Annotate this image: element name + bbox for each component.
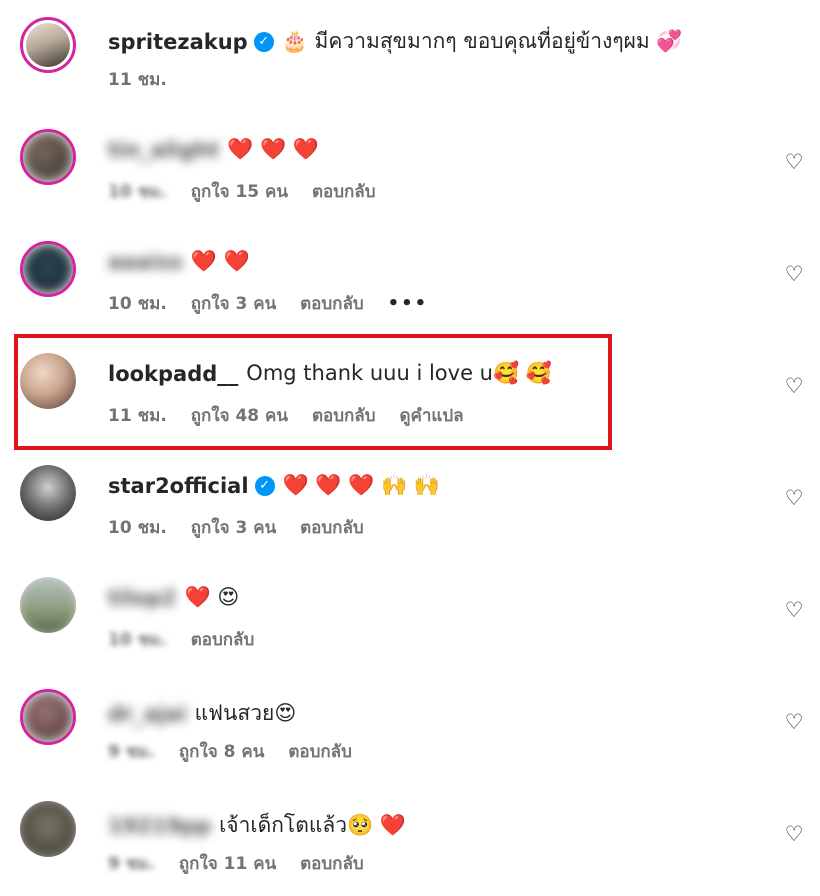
comment-text: แฟนสวย😍 [194, 701, 297, 725]
heart-outline-icon[interactable]: ♡ [782, 598, 806, 622]
avatar[interactable] [20, 465, 76, 521]
comment-row: tin_alight ❤️ ❤️ ❤️ 10 ชม. ถูกใจ 15 คน ต… [0, 112, 820, 224]
reply-button[interactable]: ตอบกลับ [288, 742, 352, 762]
highlight-box [14, 334, 612, 450]
reply-button[interactable]: ตอบกลับ [300, 294, 364, 314]
avatar[interactable] [20, 17, 76, 73]
verified-badge-icon: ✓ [253, 31, 274, 52]
like-count[interactable]: ถูกใจ 3 คน [191, 294, 277, 314]
comment-time: 10 ชม. [108, 294, 167, 314]
heart-outline-icon[interactable]: ♡ [782, 486, 806, 510]
avatar[interactable] [20, 577, 76, 633]
heart-outline-icon[interactable]: ♡ [782, 374, 806, 398]
comment-username[interactable]: aaaiss [108, 250, 183, 274]
comment-text: ❤️ ❤️ [190, 249, 250, 273]
verified-badge-icon: ✓ [254, 475, 275, 496]
comment-text: เจ้าเด็กโตแล้ว🥺 ❤️ [219, 813, 407, 837]
more-options-icon[interactable]: ••• [388, 293, 429, 314]
comment-row: star2official ✓ ❤️ ❤️ ❤️ 🙌 🙌 10 ชม. ถูกใ… [0, 448, 820, 560]
comment-time: 9 ชม. [108, 742, 155, 762]
like-count[interactable]: ถูกใจ 8 คน [179, 742, 265, 762]
avatar[interactable] [20, 129, 76, 185]
comment-row: aaaiss ❤️ ❤️ 10 ชม. ถูกใจ 3 คน ตอบกลับ •… [0, 224, 820, 336]
reply-button[interactable]: ตอบกลับ [312, 182, 376, 202]
comment-username[interactable]: dr_ajai [108, 702, 187, 726]
comment-time: 10 ชม. [108, 518, 167, 538]
reply-button[interactable]: ตอบกลับ [191, 630, 255, 650]
comment-row: tilop2 ❤️ 😍 10 ชม. ตอบกลับ ♡ [0, 560, 820, 672]
avatar[interactable] [20, 689, 76, 745]
comment-row: 19219pp เจ้าเด็กโตแล้ว🥺 ❤️ 9 ชม. ถูกใจ 1… [0, 784, 820, 896]
comment-text: ❤️ ❤️ ❤️ [227, 137, 320, 161]
like-count[interactable]: ถูกใจ 3 คน [191, 518, 277, 538]
avatar[interactable] [20, 241, 76, 297]
comment-username[interactable]: tin_alight [108, 138, 219, 162]
reply-button[interactable]: ตอบกลับ [300, 518, 364, 538]
comment-username[interactable]: 19219pp [108, 814, 211, 838]
heart-outline-icon[interactable]: ♡ [782, 822, 806, 846]
comment-time: 10 ชม. [108, 182, 167, 202]
comment-username[interactable]: tilop2 [108, 586, 177, 610]
avatar[interactable] [20, 801, 76, 857]
heart-outline-icon[interactable]: ♡ [782, 150, 806, 174]
heart-outline-icon[interactable]: ♡ [782, 710, 806, 734]
comment-time: 9 ชม. [108, 854, 155, 874]
like-count[interactable]: ถูกใจ 11 คน [179, 854, 276, 874]
comment-text: 🎂 มีความสุขมากๆ ขอบคุณที่อยู่ข้างๆผม 💞 [281, 29, 683, 53]
comment-username[interactable]: spritezakup [108, 30, 248, 54]
comment-time: 11 ชม. [108, 70, 167, 90]
comment-time: 10 ชม. [108, 630, 167, 650]
comment-row: spritezakup ✓ 🎂 มีความสุขมากๆ ขอบคุณที่อ… [0, 0, 820, 112]
comment-username[interactable]: star2official [108, 474, 249, 498]
reply-button[interactable]: ตอบกลับ [300, 854, 364, 874]
comment-text: ❤️ ❤️ ❤️ 🙌 🙌 [282, 473, 440, 497]
comment-row: dr_ajai แฟนสวย😍 9 ชม. ถูกใจ 8 คน ตอบกลับ… [0, 672, 820, 784]
comment-text: ❤️ 😍 [184, 585, 240, 609]
heart-outline-icon[interactable]: ♡ [782, 262, 806, 286]
like-count[interactable]: ถูกใจ 15 คน [191, 182, 288, 202]
